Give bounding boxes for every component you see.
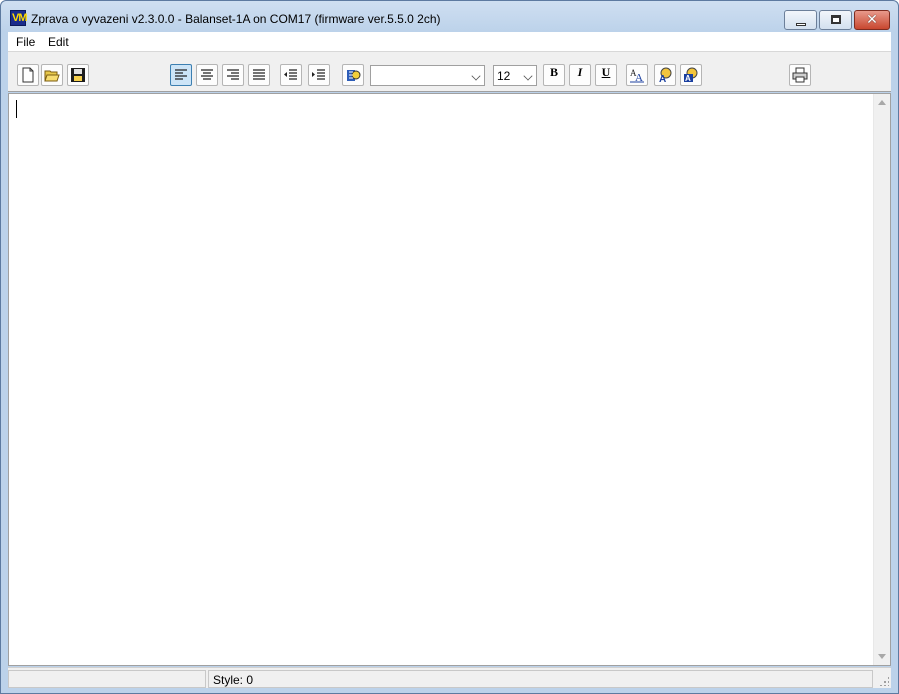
align-left-button[interactable] (170, 64, 192, 86)
status-bar: Style: 0 (8, 667, 891, 688)
paragraph-button[interactable] (342, 64, 364, 86)
new-button[interactable] (17, 64, 39, 86)
window-title: Zprava o vyvazeni v2.3.0.0 - Balanset-1A… (31, 12, 441, 26)
bold-icon: B (549, 65, 558, 79)
align-justify-button[interactable] (248, 64, 270, 86)
chevron-down-icon (471, 71, 481, 81)
scroll-down-icon[interactable] (878, 654, 886, 659)
close-icon: ✕ (866, 12, 878, 28)
align-right-button[interactable] (222, 64, 244, 86)
bold-button[interactable]: B (543, 64, 565, 86)
print-icon (792, 67, 808, 83)
status-style-text: Style: 0 (213, 673, 254, 687)
menu-edit[interactable]: Edit (48, 35, 69, 49)
save-button[interactable] (67, 64, 89, 86)
open-folder-icon (44, 70, 60, 82)
maximize-button[interactable] (819, 10, 852, 30)
app-logo-icon: VM (10, 10, 27, 26)
caption-buttons: ✕ (784, 10, 890, 30)
font-size-combo[interactable]: 12 (493, 65, 537, 86)
align-left-icon (175, 69, 187, 80)
new-document-icon (22, 67, 34, 83)
underline-icon: U (601, 65, 611, 79)
minimize-icon (796, 23, 806, 26)
open-button[interactable] (41, 64, 63, 86)
text-color-button[interactable]: A (654, 64, 676, 86)
increase-indent-button[interactable] (308, 64, 330, 86)
font-size-value: 12 (497, 69, 511, 83)
text-editor[interactable] (8, 93, 891, 666)
font-icon: AA (630, 68, 644, 83)
close-button[interactable]: ✕ (854, 10, 890, 30)
chevron-down-icon (523, 71, 533, 81)
increase-indent-icon (312, 69, 325, 80)
vertical-scrollbar[interactable] (873, 94, 890, 665)
align-right-icon (227, 69, 239, 80)
text-caret (16, 100, 17, 118)
font-name-combo[interactable] (370, 65, 485, 86)
align-center-icon (201, 69, 213, 80)
status-panel-style: Style: 0 (208, 670, 873, 688)
menu-bar: File Edit (8, 32, 891, 51)
background-color-button[interactable]: A (680, 64, 702, 86)
italic-button[interactable]: I (569, 64, 591, 86)
menu-file[interactable]: File (16, 35, 35, 49)
svg-text:A: A (685, 74, 691, 83)
decrease-indent-button[interactable] (280, 64, 302, 86)
save-disk-icon (71, 68, 85, 82)
resize-grip-icon[interactable] (879, 676, 889, 686)
italic-icon: I (577, 65, 583, 79)
status-panel-1 (8, 670, 206, 688)
svg-text:A: A (659, 74, 666, 83)
toolbar: 12 B I U AA A A (8, 51, 891, 92)
text-color-icon: A (659, 67, 672, 83)
align-center-button[interactable] (196, 64, 218, 86)
decrease-indent-icon (284, 69, 297, 80)
paragraph-format-icon (347, 70, 361, 81)
app-window: VM Zprava o vyvazeni v2.3.0.0 - Balanset… (0, 0, 899, 694)
print-button[interactable] (789, 64, 811, 86)
title-bar[interactable]: VM Zprava o vyvazeni v2.3.0.0 - Balanset… (1, 1, 898, 32)
svg-text:A: A (635, 72, 643, 83)
minimize-button[interactable] (784, 10, 817, 30)
scroll-up-icon[interactable] (878, 100, 886, 105)
font-button[interactable]: AA (626, 64, 648, 86)
underline-button[interactable]: U (595, 64, 617, 86)
align-justify-icon (253, 69, 265, 80)
background-color-icon: A (684, 67, 698, 83)
maximize-icon (831, 15, 841, 24)
